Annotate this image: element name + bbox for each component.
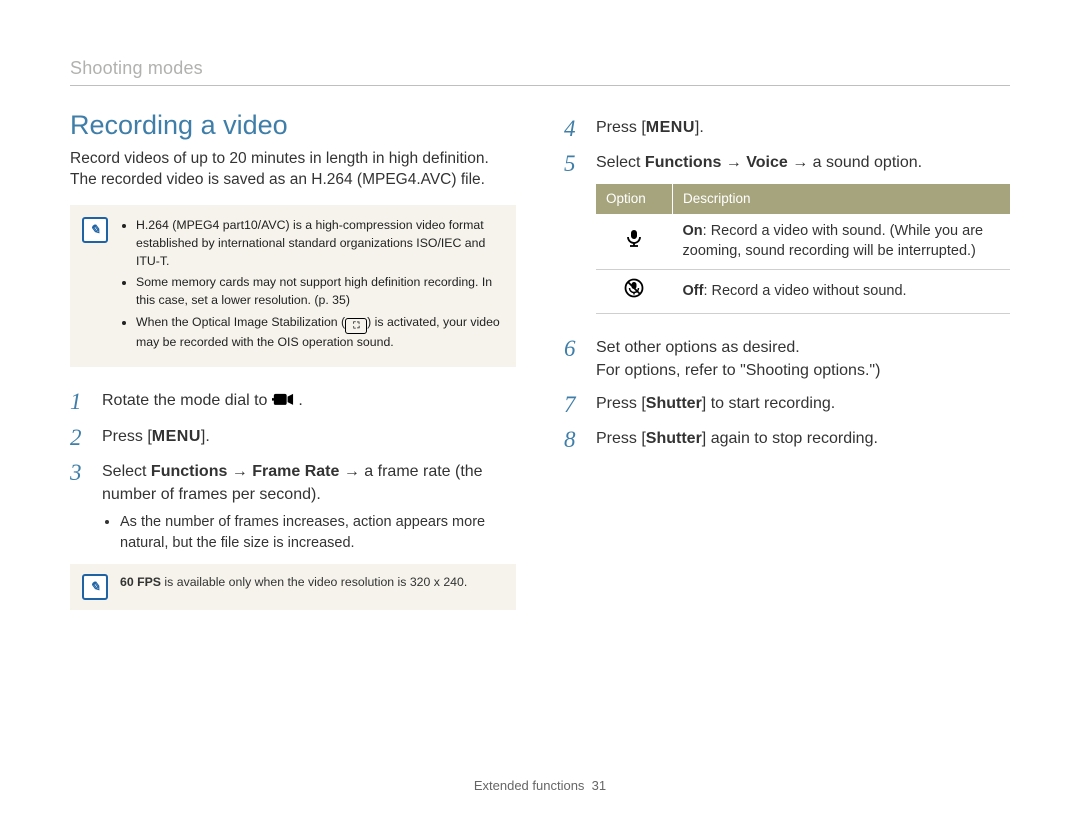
step-8: 8 Press [Shutter] again to stop recordin…: [564, 427, 1010, 452]
option-on-label: On: [683, 223, 703, 239]
menu-key-label: MENU: [152, 428, 201, 445]
step-body: Select Functions → Frame Rate → a frame …: [102, 460, 516, 554]
step-number: 1: [70, 389, 90, 414]
step-text: Set other options as desired.: [596, 339, 800, 356]
step-text: Press [: [596, 430, 646, 447]
left-column: Recording a video Record videos of up to…: [70, 110, 516, 632]
info-bullet: Some memory cards may not support high d…: [136, 274, 500, 310]
fps-rest: is available only when the video resolut…: [161, 575, 467, 589]
step-body: Press [Shutter] again to stop recording.: [596, 427, 1010, 452]
step-7: 7 Press [Shutter] to start recording.: [564, 392, 1010, 417]
mic-off-icon: [624, 278, 644, 305]
ois-icon: ⛶: [345, 318, 367, 334]
footer-page-number: 31: [592, 778, 606, 793]
step-5: 5 Select Functions → Voice → a sound opt…: [564, 151, 1010, 325]
step-number: 4: [564, 116, 584, 141]
step-text: a sound option.: [813, 154, 922, 171]
footer-section-label: Extended functions: [474, 778, 585, 793]
step-text: .: [298, 392, 302, 409]
step-text: Select: [596, 154, 645, 171]
intro-line-1: Record videos of up to 20 minutes in len…: [70, 150, 489, 167]
info-bullet: When the Optical Image Stabilization (⛶)…: [136, 314, 500, 351]
step-number: 8: [564, 427, 584, 452]
chapter-title: Shooting modes: [70, 58, 1010, 79]
fps-bold: 60 FPS: [120, 575, 161, 589]
option-desc-cell: On: Record a video with sound. (While yo…: [673, 214, 1011, 270]
step-text: Rotate the mode dial to: [102, 392, 272, 409]
info-note-list: H.264 (MPEG4 part10/AVC) is a high-compr…: [120, 217, 500, 356]
step-body: Press [MENU].: [596, 116, 1010, 141]
arrow-sep: →: [721, 154, 746, 171]
functions-label: Functions: [645, 154, 721, 171]
table-row: Off: Record a video without sound.: [596, 270, 1010, 314]
step-number: 5: [564, 151, 584, 325]
intro-text: Record videos of up to 20 minutes in len…: [70, 149, 516, 191]
sound-options-table: Option Description: [596, 184, 1010, 313]
step-text: Press [: [596, 119, 646, 136]
menu-key-label: MENU: [646, 119, 695, 136]
right-column: 4 Press [MENU]. 5 Select Functions → Voi…: [564, 110, 1010, 632]
divider: [70, 85, 1010, 86]
voice-label: Voice: [746, 154, 788, 171]
step-1: 1 Rotate the mode dial to .: [70, 389, 516, 414]
step-4: 4 Press [MENU].: [564, 116, 1010, 141]
option-icon-cell: [596, 214, 673, 270]
video-mode-icon: [272, 393, 294, 406]
section-title: Recording a video: [70, 110, 516, 141]
step-text: ].: [201, 428, 210, 445]
step-text: Press [: [596, 395, 646, 412]
page-footer: Extended functions 31: [0, 778, 1080, 793]
arrow-sep: →: [339, 463, 364, 480]
step-6: 6 Set other options as desired. For opti…: [564, 336, 1010, 382]
arrow-sep: →: [227, 463, 252, 480]
step-text: ] again to stop recording.: [702, 430, 878, 447]
step-body: Set other options as desired. For option…: [596, 336, 1010, 382]
step-body: Rotate the mode dial to .: [102, 389, 516, 414]
fps-note-box: ✎ 60 FPS is available only when the vide…: [70, 564, 516, 610]
table-head-description: Description: [673, 184, 1011, 214]
option-off-label: Off: [683, 283, 704, 299]
option-off-desc: : Record a video without sound.: [703, 283, 906, 299]
note-icon: ✎: [82, 217, 108, 243]
step-body: Press [MENU].: [102, 425, 516, 450]
step-sub-bullet: As the number of frames increases, actio…: [120, 512, 516, 554]
step-body: Press [Shutter] to start recording.: [596, 392, 1010, 417]
step-number: 7: [564, 392, 584, 417]
step-text: Select: [102, 463, 151, 480]
option-icon-cell: [596, 270, 673, 314]
step-text: ].: [695, 119, 704, 136]
step-text: For options, refer to "Shooting options.…: [596, 362, 880, 379]
step-number: 2: [70, 425, 90, 450]
table-head-option: Option: [596, 184, 673, 214]
step-2: 2 Press [MENU].: [70, 425, 516, 450]
option-desc-cell: Off: Record a video without sound.: [673, 270, 1011, 314]
step-sub-list: As the number of frames increases, actio…: [102, 512, 516, 554]
note-icon: ✎: [82, 574, 108, 600]
table-row: On: Record a video with sound. (While yo…: [596, 214, 1010, 270]
functions-label: Functions: [151, 463, 227, 480]
shutter-label: Shutter: [646, 430, 702, 447]
step-body: Select Functions → Voice → a sound optio…: [596, 151, 1010, 325]
info-bullet: H.264 (MPEG4 part10/AVC) is a high-compr…: [136, 217, 500, 270]
step-number: 3: [70, 460, 90, 554]
step-text: ] to start recording.: [702, 395, 835, 412]
frame-rate-label: Frame Rate: [252, 463, 339, 480]
step-3: 3 Select Functions → Frame Rate → a fram…: [70, 460, 516, 554]
arrow-sep: →: [788, 154, 813, 171]
shutter-label: Shutter: [646, 395, 702, 412]
fps-note-text: 60 FPS is available only when the video …: [120, 574, 467, 600]
step-number: 6: [564, 336, 584, 382]
option-on-desc: : Record a video with sound. (While you …: [683, 223, 984, 259]
intro-line-2: The recorded video is saved as an H.264 …: [70, 171, 485, 188]
info-note-box: ✎ H.264 (MPEG4 part10/AVC) is a high-com…: [70, 205, 516, 368]
step-text: Press [: [102, 428, 152, 445]
mic-on-icon: [624, 228, 644, 255]
